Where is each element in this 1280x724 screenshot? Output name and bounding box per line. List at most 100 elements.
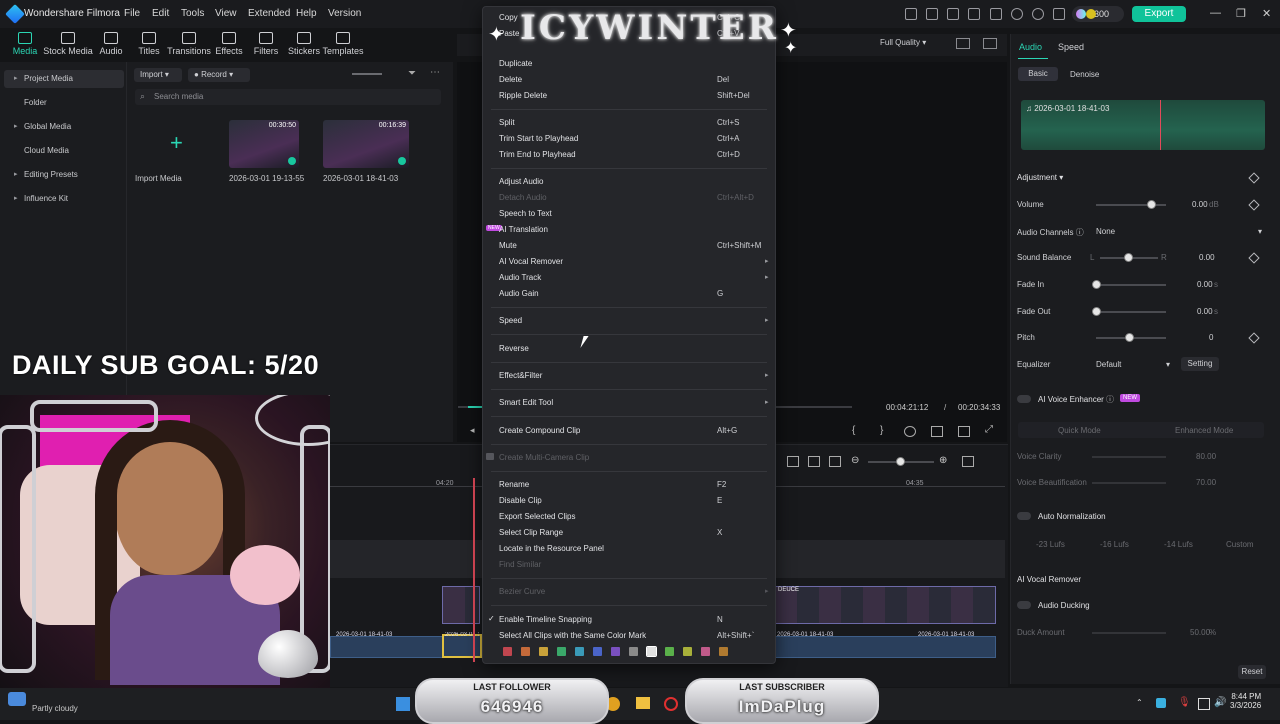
- sound-balance-value[interactable]: 0.00: [1199, 253, 1215, 262]
- color-mark-swatch[interactable]: [521, 647, 530, 656]
- color-mark-swatch[interactable]: [557, 647, 566, 656]
- duck-amount-slider[interactable]: [1092, 632, 1166, 634]
- menu-item-smart-edit-tool[interactable]: Smart Edit Tool: [499, 398, 553, 407]
- sidebar-item-folder[interactable]: Folder: [4, 94, 124, 112]
- record-button[interactable]: ● Record ▾: [188, 68, 250, 82]
- menu-item-ai-vocal-remover[interactable]: AI Vocal Remover: [499, 257, 563, 266]
- snapshot-icon[interactable]: [983, 38, 997, 49]
- reset-button[interactable]: Reset: [1238, 665, 1266, 679]
- subtab-basic[interactable]: Basic: [1018, 67, 1058, 81]
- menu-item-disable-clip[interactable]: Disable Clip: [499, 496, 542, 505]
- menu-version[interactable]: Version: [328, 8, 361, 19]
- menu-item-delete[interactable]: Delete: [499, 75, 522, 84]
- mark-in-icon[interactable]: {: [852, 425, 855, 436]
- sidebar-item-project-media[interactable]: ▸ Project Media: [4, 70, 124, 88]
- speaker-icon[interactable]: 🔊: [1214, 697, 1226, 708]
- taskbar-clock[interactable]: 8:44 PM 3/3/2026: [1230, 692, 1261, 710]
- fade-out-knob[interactable]: [1092, 307, 1101, 316]
- save-icon[interactable]: [990, 8, 1002, 20]
- sidebar-item-editing-presets[interactable]: ▸ Editing Presets: [4, 166, 124, 184]
- volume-knob[interactable]: [1147, 200, 1156, 209]
- fade-out-value[interactable]: 0.00: [1197, 307, 1213, 316]
- menu-item-locate-in-resource-panel[interactable]: Locate in the Resource Panel: [499, 544, 604, 553]
- audio-mixer-icon[interactable]: [787, 456, 799, 467]
- settings-icon[interactable]: [1032, 8, 1044, 20]
- menu-help[interactable]: Help: [296, 8, 317, 19]
- microphone-icon[interactable]: 🎙: [1178, 697, 1191, 708]
- fit-icon[interactable]: [829, 456, 841, 467]
- voice-clarity-slider[interactable]: [1092, 456, 1166, 458]
- color-mark-swatch[interactable]: [503, 647, 512, 656]
- menu-item-trim-start[interactable]: Trim Start to Playhead: [499, 134, 578, 143]
- menu-view[interactable]: View: [215, 8, 237, 19]
- layout-icon[interactable]: [968, 8, 980, 20]
- menu-item-copy[interactable]: Copy: [499, 13, 518, 22]
- auto-normalization-toggle[interactable]: [1017, 512, 1031, 520]
- filter-icon[interactable]: ⏷: [408, 68, 416, 79]
- zoom-out-icon[interactable]: ⊖: [851, 455, 859, 466]
- enhanced-mode-option[interactable]: Enhanced Mode: [1175, 426, 1233, 435]
- sidebar-item-global-media[interactable]: ▸ Global Media: [4, 118, 124, 136]
- media-thumbnail-1[interactable]: 00:30:50: [229, 120, 299, 168]
- color-mark-swatch[interactable]: [665, 647, 674, 656]
- lufs-preset-2[interactable]: -16 Lufs: [1100, 540, 1129, 549]
- minimize-icon[interactable]: —: [1210, 7, 1221, 19]
- menu-item-ripple-delete[interactable]: Ripple Delete: [499, 91, 547, 100]
- volume-value[interactable]: 0.00: [1192, 200, 1208, 209]
- folder-icon[interactable]: [636, 697, 650, 709]
- menu-item-effect-filter[interactable]: Effect&Filter: [499, 371, 542, 380]
- thumbnail-size-slider[interactable]: [352, 73, 382, 75]
- pitch-value[interactable]: 0: [1209, 333, 1213, 342]
- fade-in-slider[interactable]: [1096, 284, 1166, 286]
- tab-speed[interactable]: Speed: [1058, 42, 1084, 52]
- headset-icon[interactable]: [1053, 8, 1065, 20]
- menu-file[interactable]: File: [124, 8, 140, 19]
- menu-item-audio-gain[interactable]: Audio Gain: [499, 289, 539, 298]
- render-icon[interactable]: [904, 426, 916, 437]
- menu-item-speech-to-text[interactable]: Speech to Text: [499, 209, 552, 218]
- plus-icon[interactable]: +: [170, 130, 183, 156]
- menu-edit[interactable]: Edit: [152, 8, 169, 19]
- gift-icon[interactable]: [905, 8, 917, 20]
- cloud-icon[interactable]: [1011, 8, 1023, 20]
- maximize-icon[interactable]: ❐: [1236, 7, 1246, 20]
- fade-in-value[interactable]: 0.00: [1197, 280, 1213, 289]
- import-button[interactable]: Import ▾: [134, 68, 182, 82]
- quality-select[interactable]: Full Quality ▾: [880, 38, 926, 47]
- crop-icon[interactable]: [808, 456, 820, 467]
- fade-out-slider[interactable]: [1096, 311, 1166, 313]
- menu-item-split[interactable]: Split: [499, 118, 515, 127]
- lufs-preset-3[interactable]: -14 Lufs: [1164, 540, 1193, 549]
- menu-item-rename[interactable]: Rename: [499, 480, 529, 489]
- sidebar-item-influence-kit[interactable]: ▸ Influence Kit: [4, 190, 124, 208]
- monitor-icon[interactable]: [947, 8, 959, 20]
- sidebar-item-cloud-media[interactable]: Cloud Media: [4, 142, 124, 160]
- opera-icon[interactable]: [664, 697, 678, 711]
- lufs-preset-1[interactable]: -23 Lufs: [1036, 540, 1065, 549]
- color-mark-swatch[interactable]: [539, 647, 548, 656]
- timeline-playhead[interactable]: [473, 478, 475, 662]
- menu-item-reverse[interactable]: Reverse: [499, 344, 529, 353]
- timeline-audio-clip[interactable]: [774, 636, 996, 658]
- equalizer-setting-button[interactable]: Setting: [1181, 357, 1219, 371]
- color-mark-swatch[interactable]: [719, 647, 728, 656]
- color-mark-swatch[interactable]: [701, 647, 710, 656]
- layout-grid-icon[interactable]: [962, 456, 974, 467]
- menu-item-mute[interactable]: Mute: [499, 241, 517, 250]
- lufs-preset-custom[interactable]: Custom: [1226, 540, 1254, 549]
- menu-item-speed[interactable]: Speed: [499, 316, 522, 325]
- color-mark-swatch[interactable]: [575, 647, 584, 656]
- volume-icon[interactable]: [958, 426, 970, 437]
- menu-tools[interactable]: Tools: [181, 8, 204, 19]
- send-icon[interactable]: [926, 8, 938, 20]
- export-button[interactable]: Export: [1132, 6, 1186, 22]
- zoom-in-icon[interactable]: ⊕: [939, 455, 947, 466]
- camera-icon[interactable]: [931, 426, 943, 437]
- grid-icon[interactable]: [956, 38, 970, 49]
- media-thumbnail-2[interactable]: 00:16:39: [323, 120, 409, 168]
- zoom-knob[interactable]: [896, 457, 905, 466]
- color-mark-swatch[interactable]: [611, 647, 620, 656]
- menu-item-select-same-color-mark[interactable]: Select All Clips with the Same Color Mar…: [499, 631, 646, 640]
- menu-item-audio-track[interactable]: Audio Track: [499, 273, 541, 282]
- menu-item-select-clip-range[interactable]: Select Clip Range: [499, 528, 563, 537]
